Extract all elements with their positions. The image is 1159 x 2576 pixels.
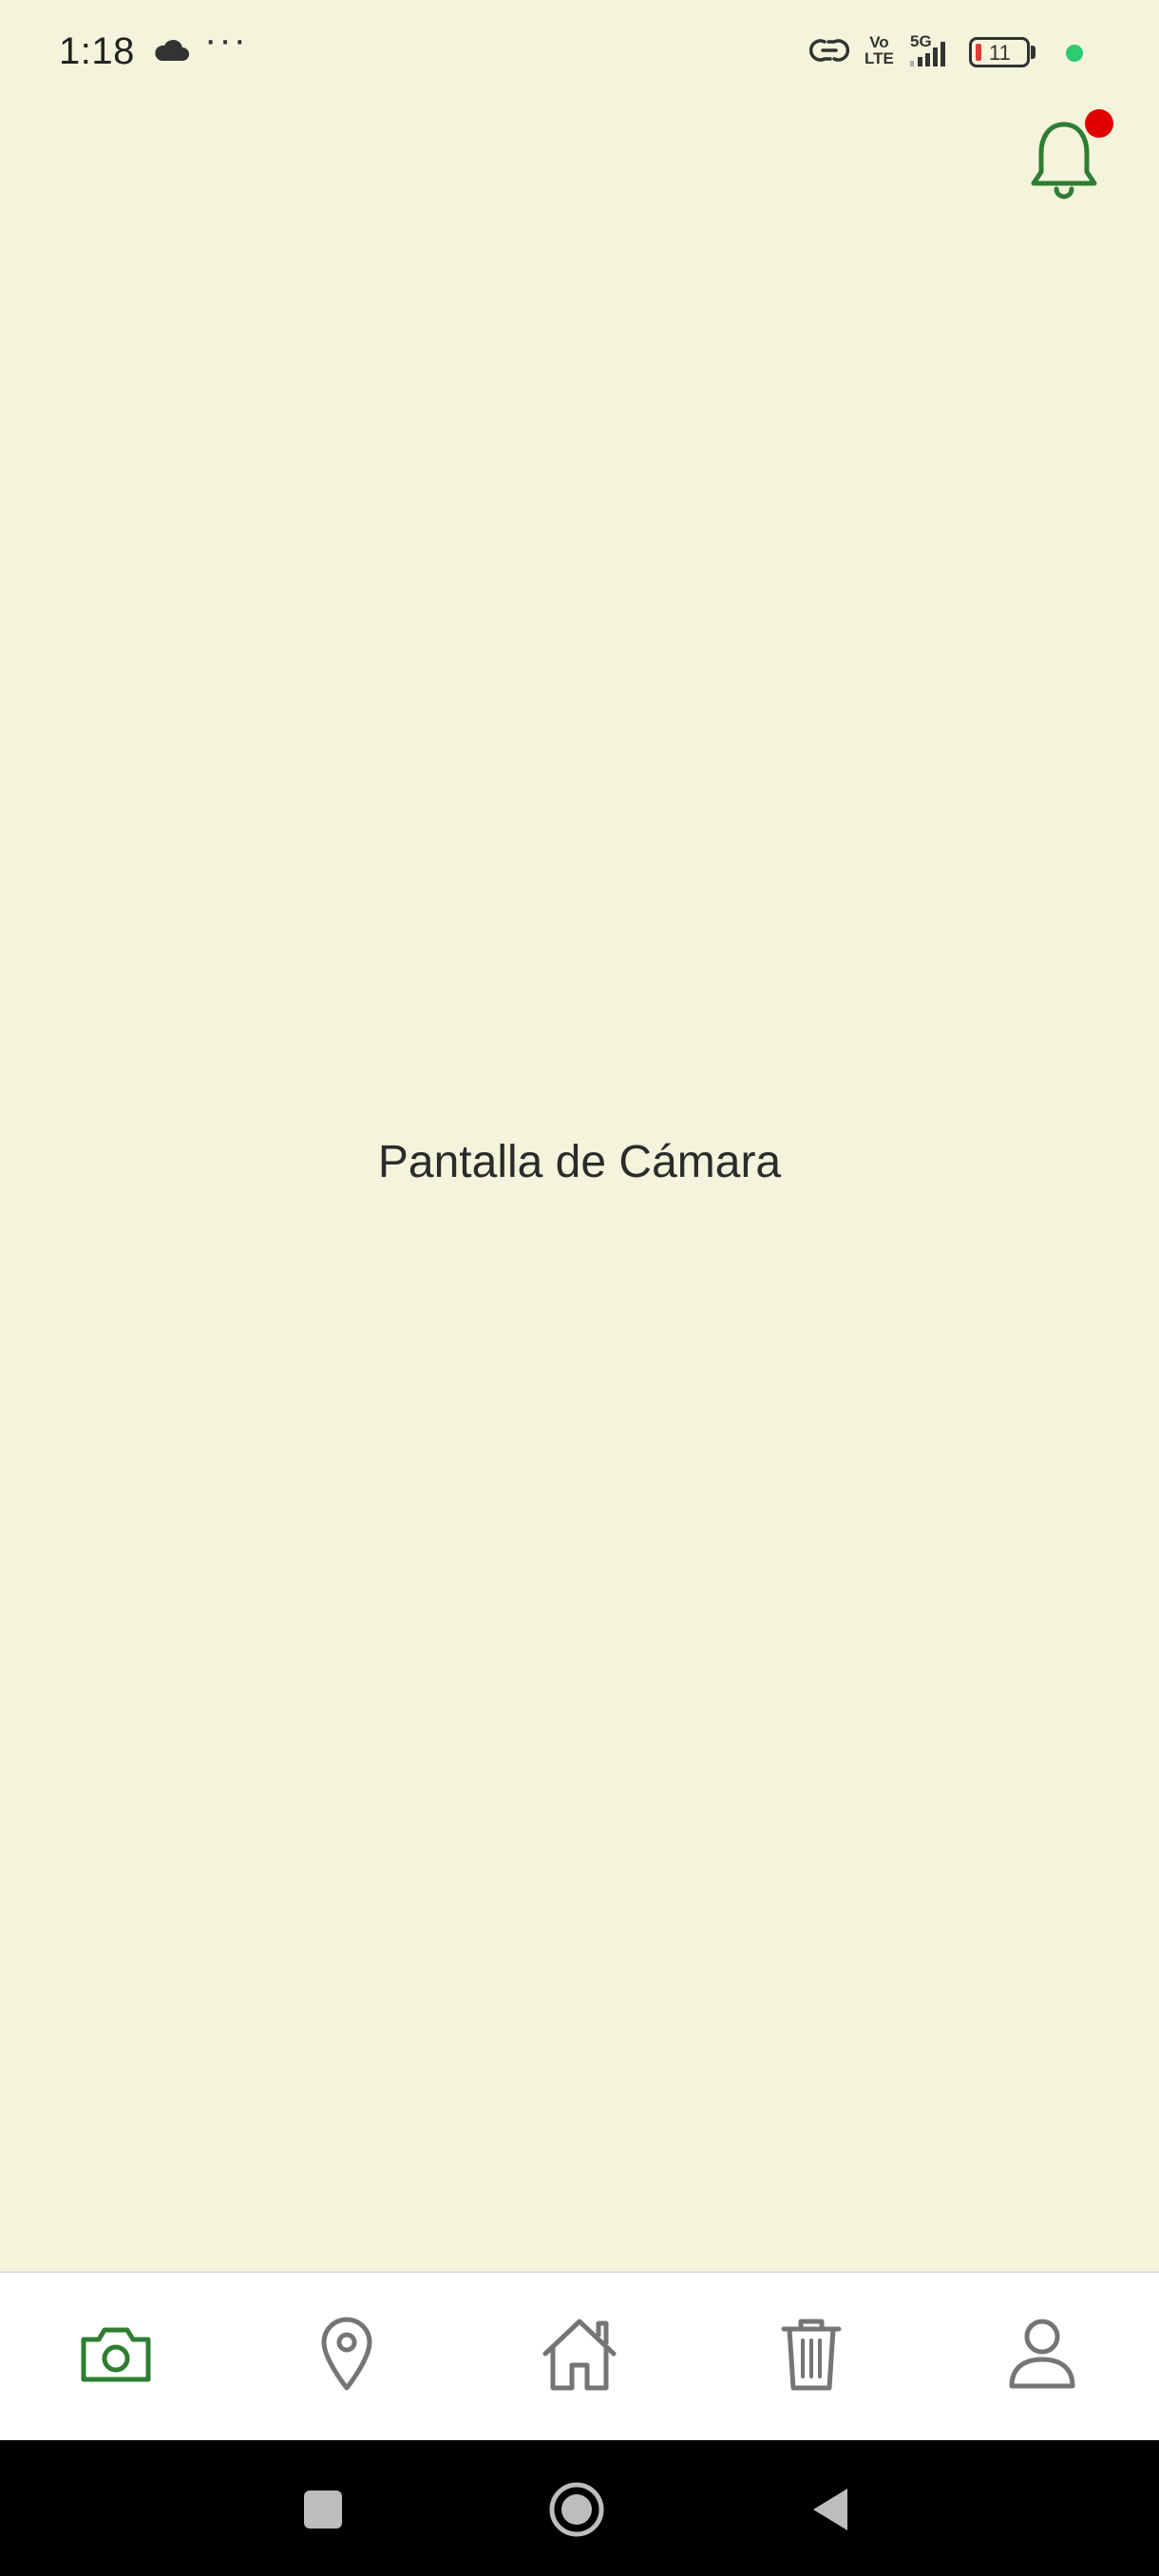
battery-tip	[1031, 46, 1036, 59]
trash-icon	[781, 2319, 842, 2391]
system-navigation-bar	[0, 2440, 1159, 2576]
nav-camera[interactable]	[68, 2311, 163, 2396]
volte-top-label: Vo	[869, 33, 889, 51]
nav-profile[interactable]	[995, 2311, 1090, 2396]
battery-icon: 11	[969, 37, 1030, 67]
system-home-button[interactable]	[543, 2476, 610, 2543]
more-notifications-icon: ···	[204, 19, 248, 61]
nav-location[interactable]	[299, 2311, 394, 2396]
volte-indicator: Vo LTE	[864, 34, 894, 66]
signal-icon	[906, 40, 950, 73]
status-icons: Vo LTE 5G 11	[808, 30, 1130, 78]
back-button[interactable]	[796, 2476, 863, 2543]
volte-bottom-label: LTE	[864, 49, 894, 67]
cloud-icon	[152, 38, 190, 67]
status-time: 1:18	[59, 30, 135, 72]
recents-icon	[304, 2491, 342, 2529]
status-bar: 1:18 ··· Vo LTE 5G 11	[0, 0, 1159, 104]
notifications-button[interactable]	[1016, 109, 1113, 204]
page-title: Pantalla de Cámara	[377, 1137, 782, 1187]
notification-badge	[1085, 109, 1113, 138]
privacy-indicator	[1066, 45, 1083, 62]
location-pin-icon	[321, 2317, 372, 2391]
camera-icon	[81, 2327, 151, 2382]
link-icon	[808, 34, 851, 71]
nav-home[interactable]	[532, 2311, 627, 2396]
bottom-navigation	[0, 2271, 1159, 2440]
recents-button[interactable]	[290, 2476, 356, 2543]
battery-level: 11	[989, 41, 1011, 65]
user-icon	[1009, 2319, 1075, 2389]
home-circle-icon	[549, 2482, 604, 2537]
home-icon	[542, 2319, 617, 2391]
nav-trash[interactable]	[764, 2311, 859, 2396]
back-icon	[813, 2489, 847, 2530]
